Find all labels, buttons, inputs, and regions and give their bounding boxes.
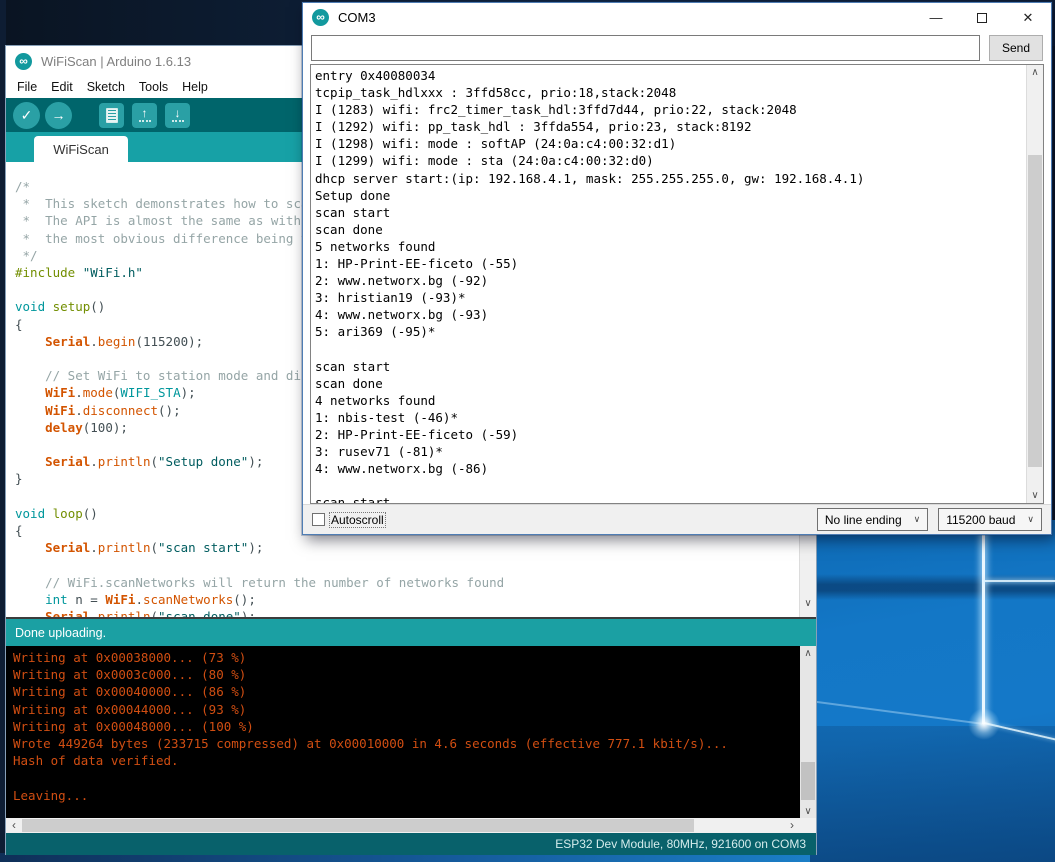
serial-monitor-window: ∞ COM3 — ✕ Send entry 0x40080034 tcpip_t… bbox=[302, 2, 1052, 535]
wallpaper-floor bbox=[810, 726, 1055, 862]
minimize-button[interactable]: — bbox=[913, 3, 959, 32]
arduino-logo-icon: ∞ bbox=[312, 9, 329, 26]
console-vertical-scrollbar[interactable]: ∧ ∨ bbox=[800, 646, 816, 818]
tab-wifiscan[interactable]: WiFiScan bbox=[34, 136, 128, 162]
console-output-text: Writing at 0x00038000... (73 %) Writing … bbox=[13, 649, 728, 804]
serial-input[interactable] bbox=[311, 35, 980, 61]
serial-window-title: COM3 bbox=[338, 10, 376, 25]
line-ending-dropdown[interactable]: No line ending ∨ bbox=[817, 508, 928, 531]
maximize-button[interactable] bbox=[959, 3, 1005, 32]
wallpaper-light-vertical-beam bbox=[982, 528, 985, 724]
open-dots-icon bbox=[139, 120, 151, 122]
baud-rate-value: 115200 baud bbox=[946, 513, 1015, 527]
autoscroll-checkbox[interactable] bbox=[312, 513, 325, 526]
chevron-down-icon: ∨ bbox=[914, 514, 921, 525]
scroll-down-icon[interactable]: ∨ bbox=[800, 806, 816, 817]
menu-tools[interactable]: Tools bbox=[132, 78, 175, 96]
code-line: // WiFi.scanNetworks will return the num… bbox=[15, 574, 504, 591]
open-sketch-button[interactable]: ↑ bbox=[132, 103, 157, 128]
ide-footer-bar: ESP32 Dev Module, 80MHz, 921600 on COM3 bbox=[6, 833, 816, 855]
wallpaper-corner-glow bbox=[968, 708, 1000, 740]
upload-button[interactable]: → bbox=[45, 102, 72, 129]
send-button[interactable]: Send bbox=[989, 35, 1043, 61]
verify-button[interactable]: ✓ bbox=[13, 102, 40, 129]
scroll-right-icon[interactable]: › bbox=[784, 818, 800, 833]
menu-file[interactable]: File bbox=[10, 78, 44, 96]
scroll-down-icon[interactable]: ∨ bbox=[800, 598, 816, 609]
autoscroll-label[interactable]: Autoscroll bbox=[330, 513, 385, 527]
serial-output-text: entry 0x40080034 tcpip_task_hdlxxx : 3ff… bbox=[315, 67, 864, 504]
serial-output-area[interactable]: entry 0x40080034 tcpip_task_hdlxxx : 3ff… bbox=[310, 64, 1044, 504]
ide-status-bar: Done uploading. bbox=[6, 617, 816, 646]
scroll-up-icon[interactable]: ∧ bbox=[800, 648, 816, 659]
close-button[interactable]: ✕ bbox=[1005, 3, 1051, 32]
console-horizontal-scrollbar[interactable]: ‹ › bbox=[6, 818, 816, 833]
arduino-logo-icon: ∞ bbox=[15, 53, 32, 70]
code-line: Serial.println("scan start"); bbox=[15, 539, 504, 556]
save-sketch-button[interactable]: ↓ bbox=[165, 103, 190, 128]
ide-window-title: WiFiScan | Arduino 1.6.13 bbox=[41, 54, 191, 69]
wallpaper-light-diagonal-left bbox=[811, 700, 984, 725]
code-line: Serial.println("scan done"); bbox=[15, 608, 504, 617]
console-scrollbar-thumb[interactable] bbox=[801, 762, 815, 800]
code-line: int n = WiFi.scanNetworks(); bbox=[15, 591, 504, 608]
save-arrow-icon: ↓ bbox=[175, 108, 181, 119]
chevron-down-icon: ∨ bbox=[1027, 514, 1034, 525]
serial-bottom-bar: Autoscroll No line ending ∨ 115200 baud … bbox=[303, 504, 1051, 534]
scroll-left-icon[interactable]: ‹ bbox=[6, 818, 22, 833]
baud-rate-dropdown[interactable]: 115200 baud ∨ bbox=[938, 508, 1042, 531]
serial-scrollbar-thumb[interactable] bbox=[1028, 155, 1042, 467]
desktop: ∞ WiFiScan | Arduino 1.6.13 FileEditSket… bbox=[0, 0, 1055, 862]
windows10-wallpaper bbox=[810, 520, 1055, 862]
code-line bbox=[15, 556, 504, 573]
open-arrow-icon: ↑ bbox=[142, 108, 148, 119]
wallpaper-shadow-band bbox=[810, 574, 1055, 600]
new-sketch-button[interactable] bbox=[99, 103, 124, 128]
serial-titlebar[interactable]: ∞ COM3 — ✕ bbox=[303, 3, 1051, 32]
maximize-icon bbox=[977, 13, 987, 23]
serial-vertical-scrollbar[interactable]: ∧ ∨ bbox=[1026, 65, 1043, 503]
menu-sketch[interactable]: Sketch bbox=[80, 78, 132, 96]
window-controls: — ✕ bbox=[913, 3, 1051, 32]
scroll-down-icon[interactable]: ∨ bbox=[1027, 490, 1043, 501]
horizontal-scrollbar-thumb[interactable] bbox=[22, 819, 694, 832]
serial-send-row: Send bbox=[303, 32, 1051, 64]
scroll-up-icon[interactable]: ∧ bbox=[1027, 67, 1043, 78]
save-dots-icon bbox=[172, 120, 184, 122]
menu-edit[interactable]: Edit bbox=[44, 78, 80, 96]
ide-console: Writing at 0x00038000... (73 %) Writing … bbox=[6, 646, 816, 818]
document-icon bbox=[106, 108, 118, 123]
upload-status-text: Done uploading. bbox=[15, 626, 106, 640]
line-ending-value: No line ending bbox=[825, 513, 902, 527]
wallpaper-light-horizontal-beam bbox=[985, 580, 1055, 582]
board-port-status-text: ESP32 Dev Module, 80MHz, 921600 on COM3 bbox=[555, 837, 806, 851]
menu-help[interactable]: Help bbox=[175, 78, 215, 96]
